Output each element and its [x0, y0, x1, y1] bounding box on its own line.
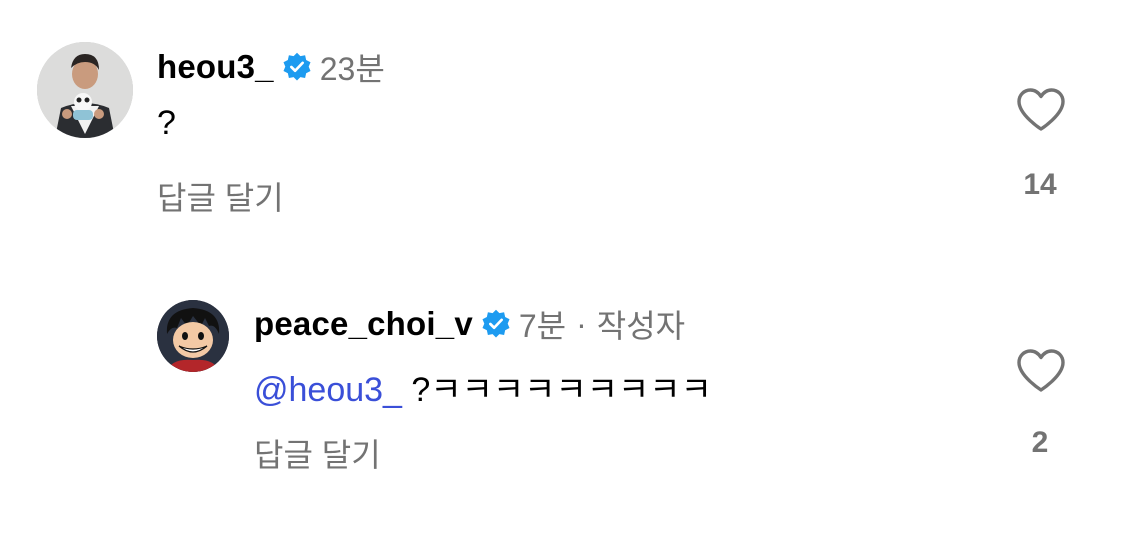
- username[interactable]: peace_choi_v: [254, 305, 473, 343]
- username[interactable]: heou3_: [157, 48, 274, 86]
- meta-separator: ·: [576, 305, 587, 342]
- comment-header: heou3_ 23분: [157, 46, 385, 88]
- comment-time: 23분: [319, 51, 385, 87]
- like-count: 2: [1031, 426, 1049, 459]
- reply-button[interactable]: 답글 달기: [157, 173, 284, 219]
- reply-button[interactable]: 답글 달기: [254, 430, 381, 476]
- avatar[interactable]: [37, 42, 133, 138]
- comment-time: 7분: [518, 308, 567, 344]
- heart-icon[interactable]: [1016, 348, 1066, 394]
- comment-header: peace_choi_v 7분 · 작성자: [254, 303, 685, 345]
- heart-icon[interactable]: [1016, 87, 1066, 133]
- like-count: 14: [1023, 168, 1057, 201]
- comment-text: ?: [157, 104, 176, 142]
- mention-link[interactable]: @heou3_: [254, 371, 402, 409]
- comment-text: @heou3_ ?ㅋㅋㅋㅋㅋㅋㅋㅋㅋ: [254, 362, 712, 411]
- verified-badge-icon: [283, 52, 311, 81]
- avatar[interactable]: [157, 300, 229, 372]
- cartoon-avatar-image: [157, 300, 229, 372]
- comment-text-body: ?ㅋㅋㅋㅋㅋㅋㅋㅋㅋ: [401, 371, 712, 409]
- author-badge: 작성자: [596, 308, 686, 344]
- verified-badge-icon: [482, 309, 510, 338]
- person-avatar-image: [37, 42, 133, 138]
